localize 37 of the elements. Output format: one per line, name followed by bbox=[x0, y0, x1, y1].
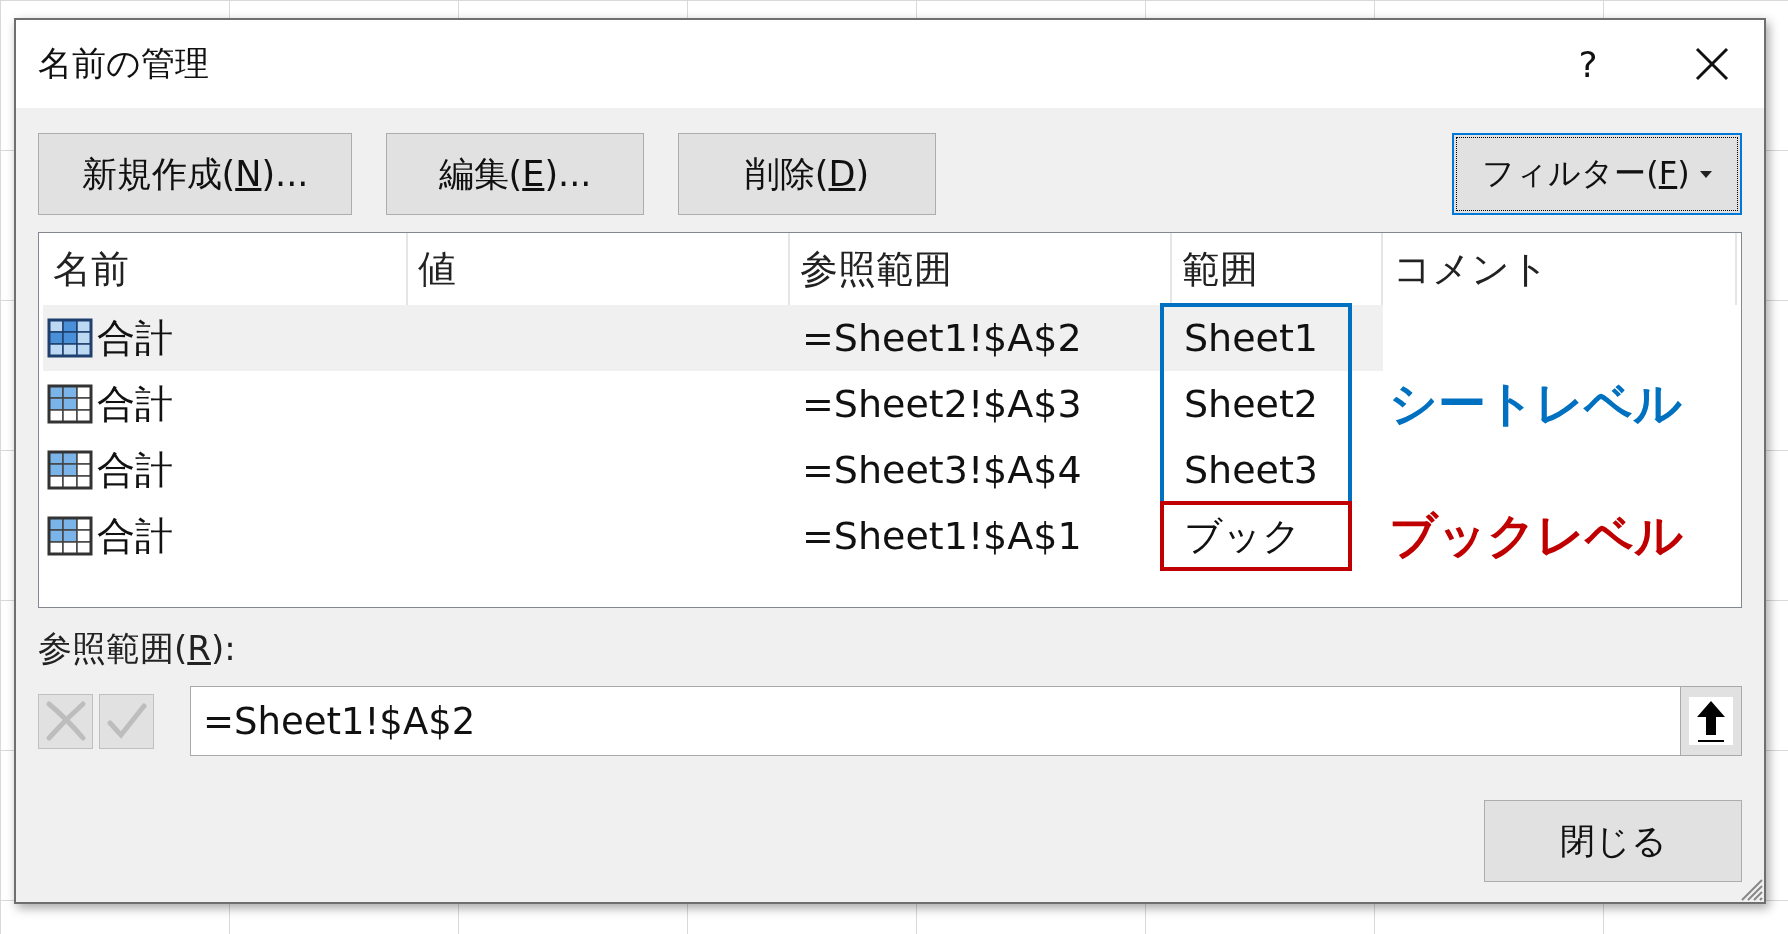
toolbar-button[interactable]: 削除(D) bbox=[678, 133, 936, 215]
toolbar-button[interactable]: 編集(E)... bbox=[386, 133, 644, 215]
window-title: 名前の管理 bbox=[38, 42, 210, 85]
caret-icon bbox=[1699, 170, 1712, 178]
name-row[interactable]: 合計 =Sheet1!$A$2 Sheet1 bbox=[43, 305, 1383, 371]
refers-to-field[interactable]: =Sheet1!$A$2 bbox=[190, 686, 1680, 756]
name-row[interactable]: 合計 =Sheet2!$A$3 Sheet2 bbox=[43, 371, 1383, 437]
scope-cell-text: Sheet2 bbox=[1183, 381, 1320, 428]
name-row[interactable]: 合計 =Sheet1!$A$1 ブック bbox=[43, 503, 1383, 569]
table-icon bbox=[47, 450, 93, 490]
refers-to-cell-text: =Sheet1!$A$2 bbox=[801, 315, 1083, 362]
scope-cell-text: ブック bbox=[1183, 512, 1302, 560]
close-icon bbox=[1695, 47, 1729, 81]
cross-icon bbox=[44, 700, 87, 742]
close-dialog-button[interactable]: 閉じる bbox=[1484, 800, 1742, 882]
name-row[interactable]: 合計 =Sheet3!$A$4 Sheet3 bbox=[43, 437, 1383, 503]
column-header[interactable]: コメント bbox=[1383, 233, 1737, 305]
refers-to-cell-text: =Sheet1!$A$1 bbox=[801, 513, 1083, 560]
refers-to-label: 参照範囲(R): bbox=[38, 627, 237, 670]
filter-button[interactable]: フィルター(F) bbox=[1452, 133, 1742, 215]
table-icon bbox=[47, 318, 93, 358]
toolbar-button[interactable]: 新規作成(N)... bbox=[38, 133, 352, 215]
name-cell-text: 合計 bbox=[97, 380, 173, 428]
annotation-label: シートレベル bbox=[1389, 374, 1682, 433]
name-cell-text: 合計 bbox=[97, 512, 173, 560]
table-icon bbox=[47, 384, 93, 424]
help-button[interactable]: ? bbox=[1558, 34, 1618, 94]
scope-cell-text: Sheet3 bbox=[1183, 447, 1320, 494]
check-icon bbox=[106, 703, 147, 739]
annotation-label: ブックレベル bbox=[1389, 506, 1683, 565]
table-icon bbox=[47, 516, 93, 556]
refers-to-cell-text: =Sheet3!$A$4 bbox=[801, 447, 1083, 494]
refers-to-cell-text: =Sheet2!$A$3 bbox=[801, 381, 1083, 428]
scope-cell-text: Sheet1 bbox=[1183, 315, 1320, 362]
collapse-button[interactable] bbox=[1680, 686, 1742, 756]
name-cell-text: 合計 bbox=[97, 314, 173, 362]
name-cell-text: 合計 bbox=[97, 446, 173, 494]
